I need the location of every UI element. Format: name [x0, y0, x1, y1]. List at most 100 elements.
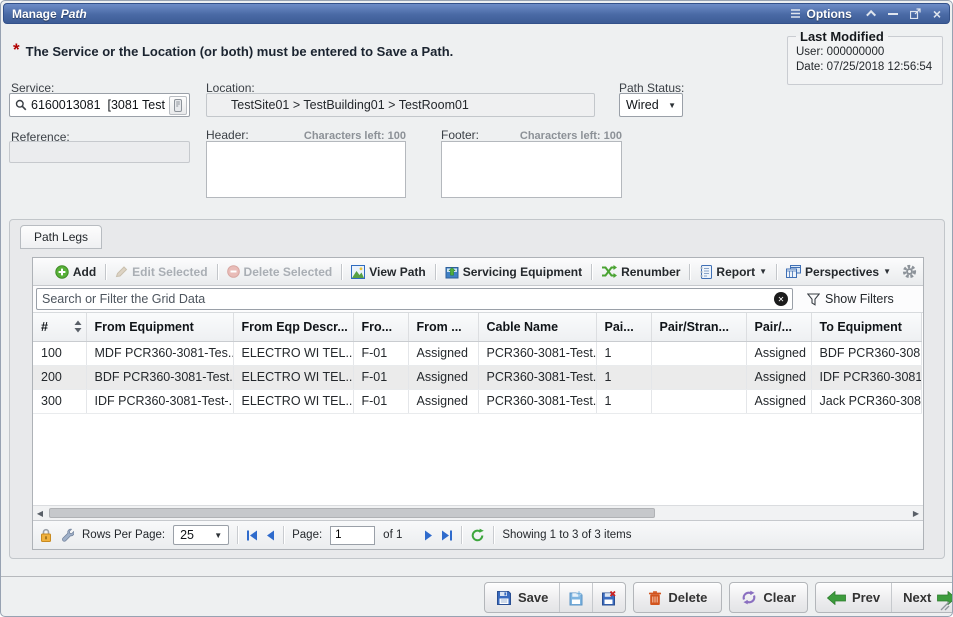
window-resize-handle[interactable]: [938, 599, 950, 614]
edit-selected-button[interactable]: Edit Selected: [113, 263, 209, 281]
location-field[interactable]: TestSite01 > TestBuilding01 > TestRoom01: [206, 93, 595, 117]
delete-selected-button[interactable]: Delete Selected: [225, 263, 335, 281]
table-row[interactable]: 100MDF PCR360-3081-Tes...ELECTRO WI TEL.…: [33, 341, 921, 365]
reference-input[interactable]: [9, 141, 190, 163]
prev-button[interactable]: Prev: [816, 583, 891, 612]
title-bar: ManagePath Options ×: [3, 3, 950, 24]
servicing-equipment-button[interactable]: Servicing Equipment: [443, 263, 584, 281]
next-page-button[interactable]: [424, 530, 433, 541]
column-header[interactable]: From Equipment: [86, 313, 233, 341]
last-modified-legend: Last Modified: [796, 29, 888, 44]
service-listing-button[interactable]: [169, 96, 187, 115]
toolbar-separator: [341, 264, 342, 280]
add-button[interactable]: Add: [53, 263, 98, 281]
warning-text: The Service or the Location (or both) mu…: [26, 43, 454, 59]
delete-button[interactable]: Delete: [634, 583, 721, 612]
report-icon: [699, 265, 712, 279]
add-label: Add: [73, 265, 96, 279]
first-page-button[interactable]: [246, 530, 258, 541]
options-button[interactable]: Options: [790, 7, 851, 21]
renumber-label: Renumber: [621, 265, 680, 279]
toolbar-separator: [105, 264, 106, 280]
footer-buttons: Save Delete Clear Prev: [484, 582, 953, 613]
save-floppy-icon: [496, 590, 512, 606]
table-cell: [651, 341, 746, 365]
window-title-emphasis: Path: [61, 7, 87, 21]
rows-per-page-select[interactable]: 25 ▼: [173, 525, 229, 545]
header-label: Header:: [206, 128, 249, 142]
next-label: Next: [903, 590, 931, 605]
collapse-icon[interactable]: [866, 10, 876, 20]
table-cell: PCR360-3081-Test...: [478, 389, 596, 413]
scrollbar-track[interactable]: [47, 506, 909, 520]
service-field[interactable]: 6160013081 [3081 Test]: [9, 93, 190, 117]
toolbar-separator: [689, 264, 690, 280]
page-number-input[interactable]: [330, 526, 375, 545]
column-header[interactable]: From ...: [408, 313, 478, 341]
grid-pager: Rows Per Page: 25 ▼ Page: of 1: [33, 520, 923, 549]
last-modified-box: Last Modified User: 000000000 Date: 07/2…: [787, 29, 943, 85]
view-path-button[interactable]: View Path: [349, 263, 427, 281]
table-cell: Assigned: [746, 341, 811, 365]
toolbar-separator: [591, 264, 592, 280]
save-and-close-button[interactable]: [592, 583, 625, 612]
column-header[interactable]: Pai...: [596, 313, 651, 341]
column-header[interactable]: Cable Name: [478, 313, 596, 341]
table-row[interactable]: 300IDF PCR360-3081-Test-...ELECTRO WI TE…: [33, 389, 921, 413]
validation-warning: * The Service or the Location (or both) …: [13, 43, 453, 59]
clear-search-icon[interactable]: ✕: [774, 292, 788, 306]
renumber-button[interactable]: Renumber: [599, 263, 682, 281]
table-cell: Assigned: [746, 389, 811, 413]
column-header[interactable]: Pair/...: [746, 313, 811, 341]
popout-icon[interactable]: [910, 8, 921, 19]
scroll-right-icon[interactable]: ▶: [909, 506, 923, 521]
table-cell: IDF PCR360-3081-Te: [811, 365, 921, 389]
header-textarea[interactable]: [206, 141, 406, 198]
table-cell: Assigned: [408, 341, 478, 365]
column-header[interactable]: #: [33, 313, 86, 341]
perspectives-button[interactable]: Perspectives ▼: [784, 263, 893, 281]
chevron-down-icon: ▼: [668, 101, 676, 110]
table-cell: ELECTRO WI TEL...: [233, 341, 353, 365]
last-modified-user: User: 000000000: [796, 45, 934, 60]
toolbar-separator: [217, 264, 218, 280]
close-icon[interactable]: ×: [933, 7, 941, 21]
grid-toolbar: Add Edit Selected Delete Selected View P…: [33, 258, 923, 286]
save-label: Save: [518, 590, 548, 605]
footer-textarea[interactable]: [441, 141, 622, 198]
clear-button[interactable]: Clear: [730, 583, 807, 612]
last-page-button[interactable]: [441, 530, 453, 541]
table-cell: F-01: [353, 389, 408, 413]
refresh-button[interactable]: [470, 528, 485, 543]
path-legs-table: #From EquipmentFrom Eqp Descr...Fro...Fr…: [33, 313, 922, 414]
grid-search-input[interactable]: [36, 288, 793, 310]
report-button[interactable]: Report ▼: [697, 263, 769, 281]
table-cell: ELECTRO WI TEL...: [233, 389, 353, 413]
page-of-label: of 1: [383, 529, 402, 541]
lock-icon[interactable]: [40, 528, 52, 542]
scroll-left-icon[interactable]: ◀: [33, 506, 47, 521]
table-header-row: #From EquipmentFrom Eqp Descr...Fro...Fr…: [33, 313, 921, 341]
window-title: ManagePath: [12, 7, 87, 21]
grid-settings-gear-icon[interactable]: [902, 264, 917, 279]
save-button[interactable]: Save: [485, 583, 559, 612]
chevron-down-icon: ▼: [759, 267, 767, 276]
wrench-icon[interactable]: [60, 528, 74, 542]
scrollbar-thumb[interactable]: [49, 508, 655, 518]
clear-button-group: Clear: [729, 582, 808, 613]
prev-label: Prev: [852, 590, 880, 605]
path-status-select[interactable]: Wired ▼: [619, 93, 683, 117]
table-row[interactable]: 200BDF PCR360-3081-Test...ELECTRO WI TEL…: [33, 365, 921, 389]
tab-path-legs[interactable]: Path Legs: [20, 225, 102, 249]
column-header[interactable]: To Equipment: [811, 313, 921, 341]
column-header[interactable]: From Eqp Descr...: [233, 313, 353, 341]
column-header[interactable]: Fro...: [353, 313, 408, 341]
renumber-shuffle-icon: [601, 265, 617, 278]
save-and-new-button[interactable]: [559, 583, 592, 612]
minimize-icon[interactable]: [888, 13, 898, 15]
column-header[interactable]: Pair/Stran...: [651, 313, 746, 341]
show-filters-button[interactable]: Show Filters: [807, 292, 894, 306]
prev-page-button[interactable]: [266, 530, 275, 541]
horizontal-scrollbar[interactable]: ◀ ▶: [33, 505, 923, 520]
pager-status-text: Showing 1 to 3 of 3 items: [502, 529, 631, 541]
